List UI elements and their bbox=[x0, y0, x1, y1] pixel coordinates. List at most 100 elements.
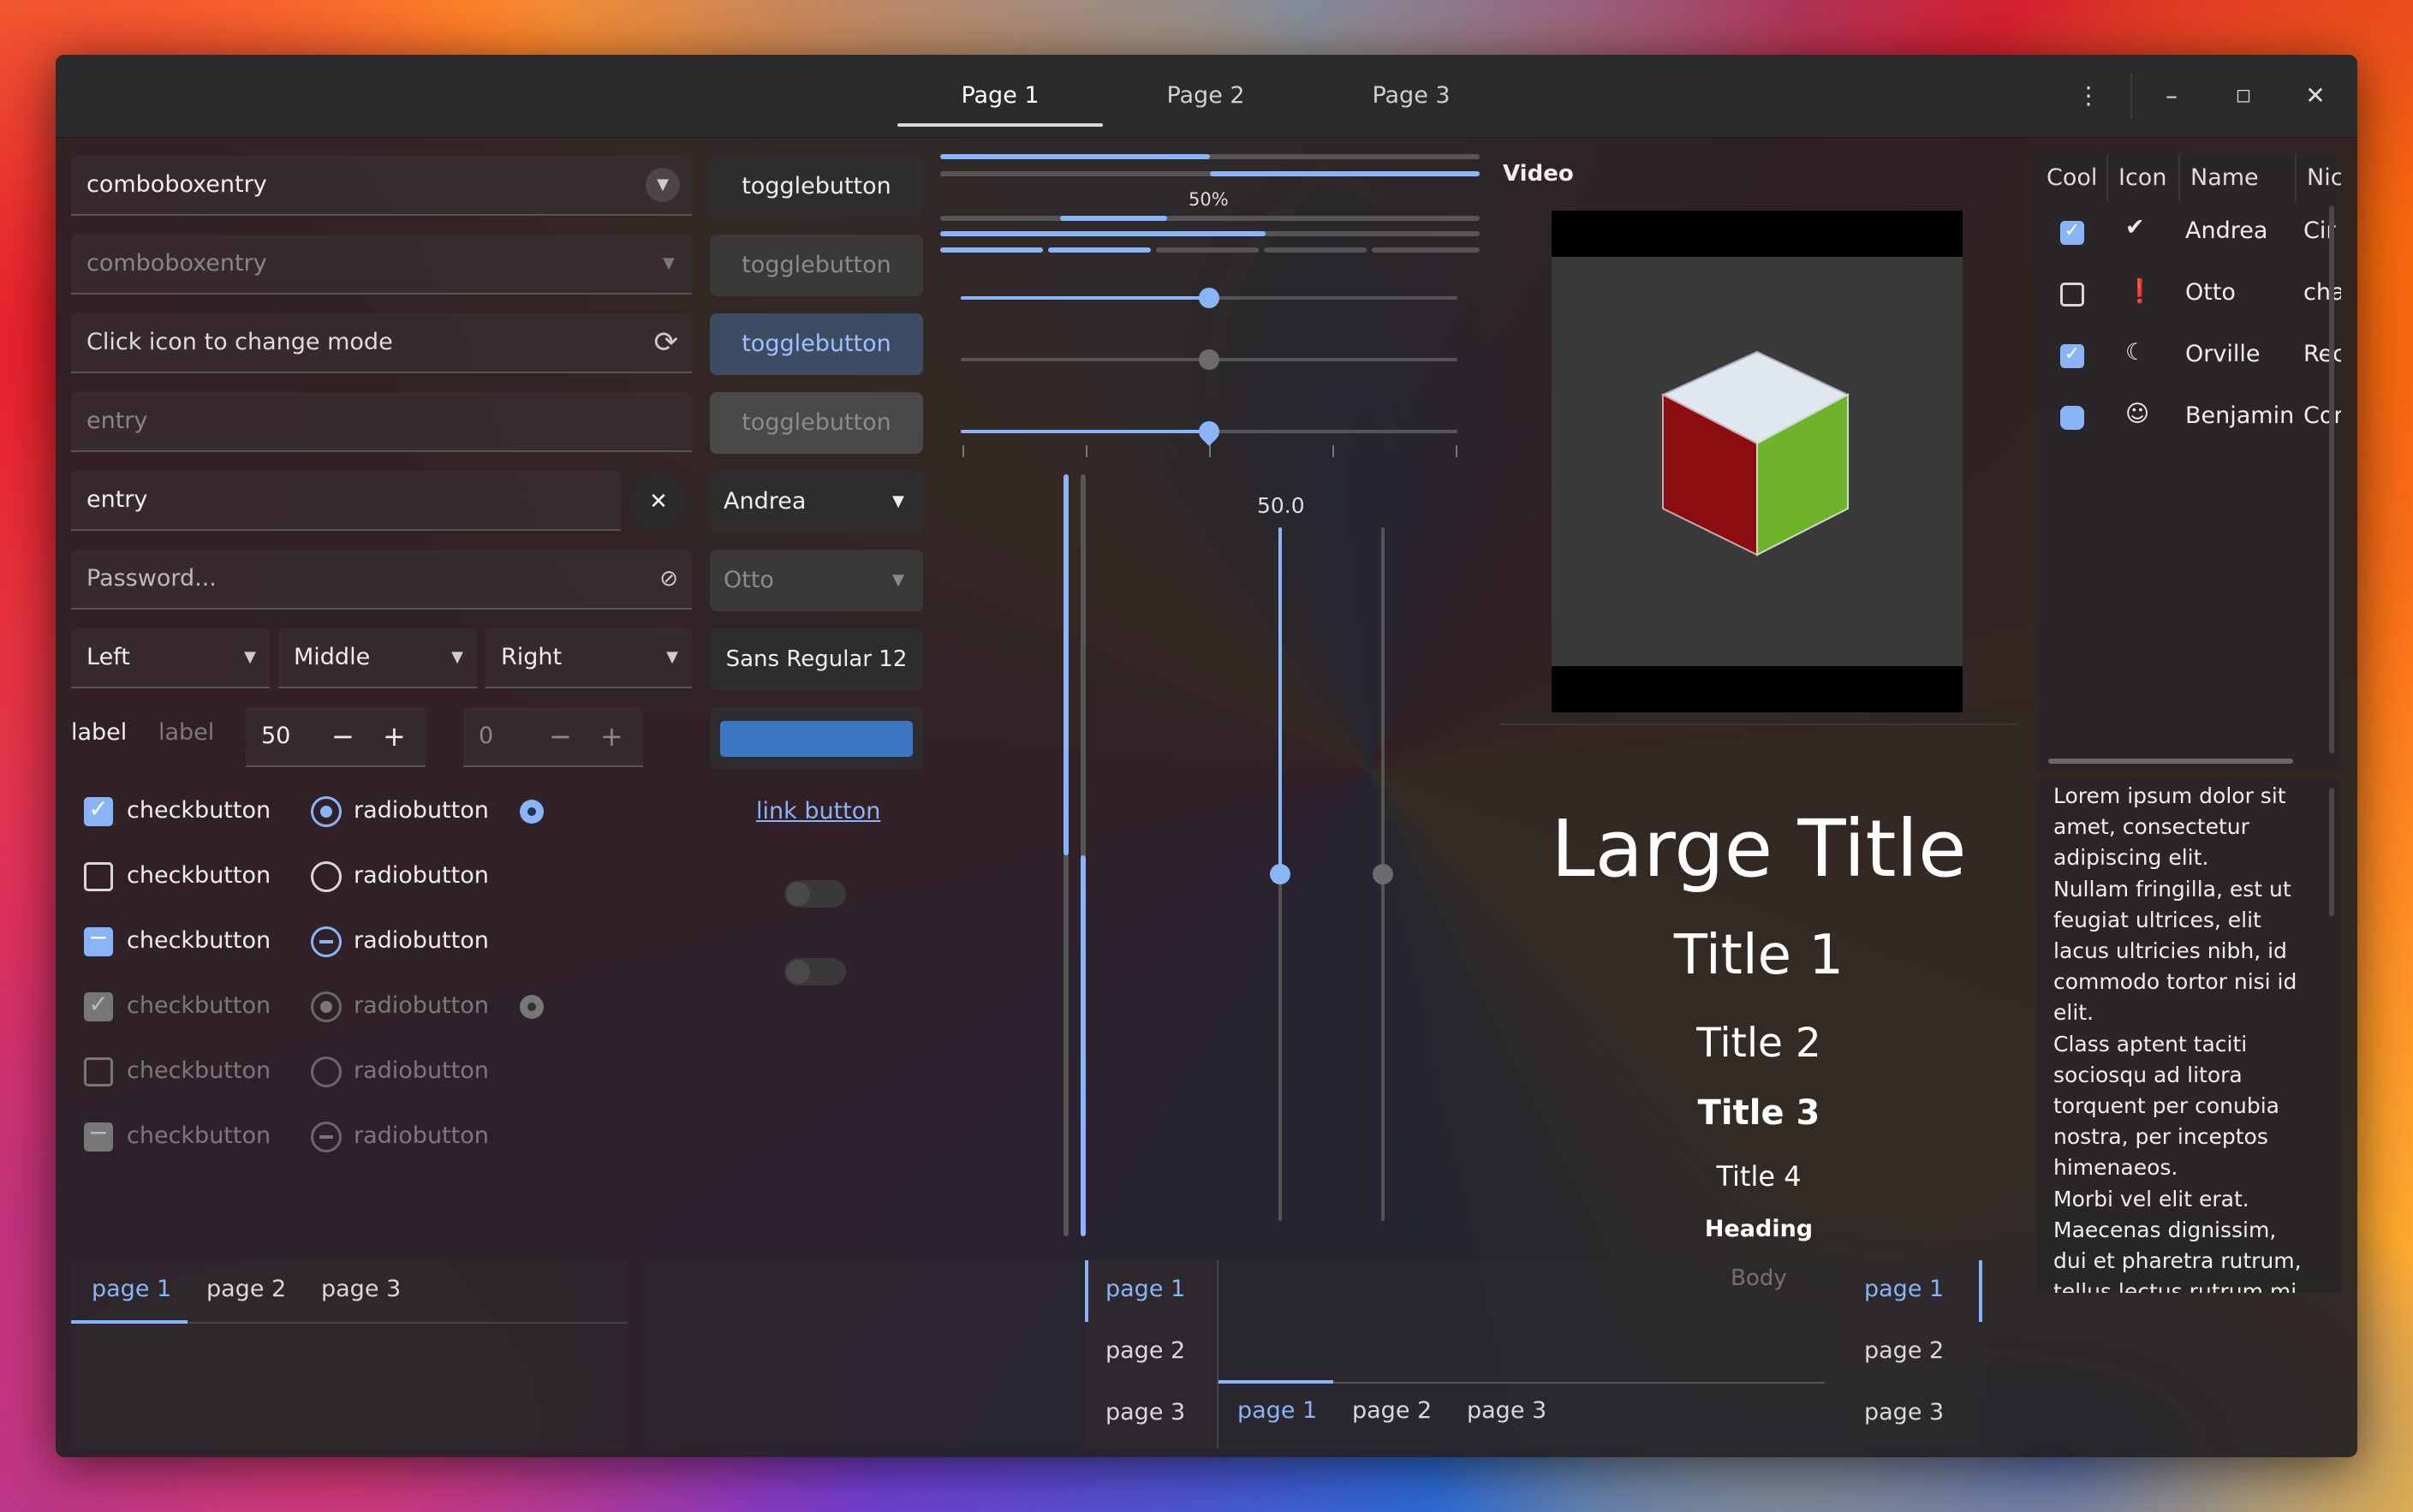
close-icon[interactable]: ✕ bbox=[2295, 75, 2336, 116]
text-view-line: amet, consectetur bbox=[2053, 814, 2249, 840]
radiobutton-unchecked[interactable] bbox=[311, 861, 342, 892]
notebook-tab-page-1[interactable]: page 1 bbox=[92, 1276, 171, 1302]
vertical-scrollbar[interactable] bbox=[2329, 205, 2334, 753]
horizontal-scrollbar[interactable] bbox=[2048, 759, 2293, 764]
spin-label-1: label bbox=[71, 719, 128, 746]
plus-icon[interactable]: + bbox=[383, 707, 406, 765]
progress-bar-3 bbox=[940, 216, 1480, 221]
chevron-down-icon: ▼ bbox=[666, 648, 678, 666]
row-cool-check[interactable] bbox=[2060, 406, 2084, 430]
notebook-tab-page-3[interactable]: page 3 bbox=[1467, 1397, 1546, 1424]
minimize-icon[interactable]: – bbox=[2151, 75, 2192, 116]
text-view-line: nostra, per inceptos bbox=[2053, 1124, 2268, 1150]
notebook-tab-page-2[interactable]: page 2 bbox=[1105, 1337, 1185, 1364]
text-view-line: elit. bbox=[2053, 1000, 2094, 1026]
spin-value-disabled: 0 bbox=[479, 723, 494, 749]
checkbutton-unchecked[interactable] bbox=[84, 862, 113, 891]
refresh-icon[interactable]: ⟳ bbox=[654, 313, 679, 372]
radio-indicator-icon bbox=[520, 995, 544, 1019]
entry-disabled-text: entry bbox=[86, 408, 148, 434]
radiobutton-inconsistent[interactable] bbox=[311, 926, 342, 957]
row-name: Andrea bbox=[2185, 217, 2268, 244]
vertical-scale-value: 50.0 bbox=[1257, 493, 1305, 518]
notebook-tab-page-2[interactable]: page 2 bbox=[1864, 1337, 1944, 1364]
text-view-line: himenaeos. bbox=[2053, 1155, 2178, 1181]
radiobutton-checked[interactable] bbox=[311, 796, 342, 827]
column-header-cool[interactable]: Cool bbox=[2036, 154, 2108, 202]
row-cool-check[interactable]: ✓ bbox=[2060, 220, 2084, 245]
tab-page-2[interactable]: Page 2 bbox=[1103, 55, 1308, 137]
column-header-icon[interactable]: Icon bbox=[2108, 154, 2180, 202]
entry-disabled: entry bbox=[71, 392, 692, 452]
row-cool-check[interactable]: ✓ bbox=[2060, 343, 2084, 368]
tab-page-3[interactable]: Page 3 bbox=[1308, 55, 1514, 137]
entry-text: entry bbox=[86, 486, 148, 513]
comboboxentry-1[interactable]: comboboxentry ▼ bbox=[71, 156, 692, 216]
dropdown-left[interactable]: Left ▼ bbox=[71, 628, 270, 688]
vertical-scale-1-slider[interactable] bbox=[1270, 864, 1290, 884]
combo-otto-disabled: Otto ▼ bbox=[710, 550, 923, 611]
scale-1-fill bbox=[961, 296, 1209, 300]
togglebutton-3-active[interactable]: togglebutton bbox=[710, 313, 923, 375]
checkbutton-inconsistent[interactable]: − bbox=[84, 923, 113, 956]
text-view-line: feugiat ultrices, elit bbox=[2053, 907, 2261, 932]
color-button[interactable] bbox=[710, 707, 923, 769]
password-entry[interactable]: Password... ⊘ bbox=[71, 550, 692, 610]
combo-andrea[interactable]: Andrea ▼ bbox=[710, 471, 923, 533]
text-view-line: Morbi vel elit erat. bbox=[2053, 1186, 2249, 1211]
link-button[interactable]: link button bbox=[756, 798, 880, 824]
minus-icon[interactable]: − bbox=[331, 707, 355, 765]
column-header-name[interactable]: Name bbox=[2180, 154, 2297, 202]
text-view[interactable]: Lorem ipsum dolor sit amet, consectetur ad… bbox=[2036, 779, 2341, 1293]
text-view-line: torquent per conubia bbox=[2053, 1093, 2279, 1119]
spin-button[interactable]: 50 − + bbox=[246, 707, 426, 767]
video-player[interactable] bbox=[1552, 211, 1963, 712]
notebook-tab-page-3[interactable]: page 3 bbox=[1105, 1399, 1185, 1426]
gtk-window: Page 1 Page 2 Page 3 ⋮ – ◻ ✕ comboboxent… bbox=[56, 55, 2357, 1457]
title-3: Title 3 bbox=[1697, 1093, 1820, 1133]
mode-entry[interactable]: Click icon to change mode ⟳ bbox=[71, 313, 692, 373]
togglebutton-1[interactable]: togglebutton bbox=[710, 156, 923, 217]
password-placeholder: Password... bbox=[86, 565, 217, 592]
color-swatch bbox=[720, 721, 913, 757]
notebook-tab-page-2[interactable]: page 2 bbox=[206, 1276, 286, 1302]
chevron-down-icon: ▼ bbox=[892, 492, 904, 510]
active-tab-indicator bbox=[1979, 1260, 1982, 1322]
checkbutton-checked[interactable]: ✓ bbox=[84, 795, 113, 826]
text-view-content: Lorem ipsum dolor sit amet, consectetur ad… bbox=[2053, 781, 2302, 1293]
togglebutton-2-disabled: togglebutton bbox=[710, 235, 923, 296]
radiobutton-label: radiobutton bbox=[354, 1122, 489, 1149]
switch-off[interactable] bbox=[784, 880, 846, 908]
entry-field[interactable]: entry bbox=[71, 471, 621, 531]
notebook-tab-page-3[interactable]: page 3 bbox=[321, 1276, 401, 1302]
comboboxentry-2-disabled: comboboxentry ▼ bbox=[71, 235, 692, 295]
active-tab-indicator bbox=[1218, 1380, 1333, 1384]
notebook-tab-page-1[interactable]: page 1 bbox=[1864, 1276, 1944, 1302]
notebook-tab-page-3[interactable]: page 3 bbox=[1864, 1399, 1944, 1426]
header-bar: Page 1 Page 2 Page 3 ⋮ – ◻ ✕ bbox=[56, 55, 2357, 138]
row-cool-check[interactable] bbox=[2060, 283, 2084, 307]
clear-icon[interactable]: ✕ bbox=[631, 474, 686, 529]
eye-off-icon[interactable]: ⊘ bbox=[659, 550, 678, 608]
dropdown-right[interactable]: Right ▼ bbox=[486, 628, 692, 688]
maximize-icon[interactable]: ◻ bbox=[2223, 75, 2264, 116]
radiobutton-label: radiobutton bbox=[354, 927, 489, 954]
dropdown-middle[interactable]: Middle ▼ bbox=[278, 628, 477, 688]
checkbutton-label: checkbutton bbox=[127, 862, 271, 889]
font-button[interactable]: Sans Regular 12 bbox=[710, 628, 923, 690]
chevron-down-icon[interactable]: ▼ bbox=[646, 168, 680, 202]
scale-1-slider[interactable] bbox=[1199, 288, 1219, 308]
warning-icon: ❗ bbox=[2125, 278, 2154, 305]
notebook-tab-page-2[interactable]: page 2 bbox=[1352, 1397, 1432, 1424]
vertical-scrollbar[interactable] bbox=[2329, 788, 2334, 916]
column-header-nick[interactable]: Nic bbox=[2297, 154, 2341, 202]
vertical-dots-icon[interactable]: ⋮ bbox=[2068, 75, 2109, 116]
tab-page-1[interactable]: Page 1 bbox=[897, 55, 1103, 137]
notebook-tab-page-1[interactable]: page 1 bbox=[1237, 1397, 1317, 1424]
tree-view[interactable]: Cool Icon Name Nic ✓ ✔ Andrea Cir ❗ Otto… bbox=[2036, 154, 2341, 771]
scale-3-slider[interactable] bbox=[1195, 417, 1224, 446]
notebook-tab-page-1[interactable]: page 1 bbox=[1105, 1276, 1185, 1302]
checkbutton-inconsistent-disabled: − bbox=[84, 1118, 113, 1152]
progress-bar-1-fill bbox=[940, 154, 1210, 159]
radiobutton-label: radiobutton bbox=[354, 1057, 489, 1084]
